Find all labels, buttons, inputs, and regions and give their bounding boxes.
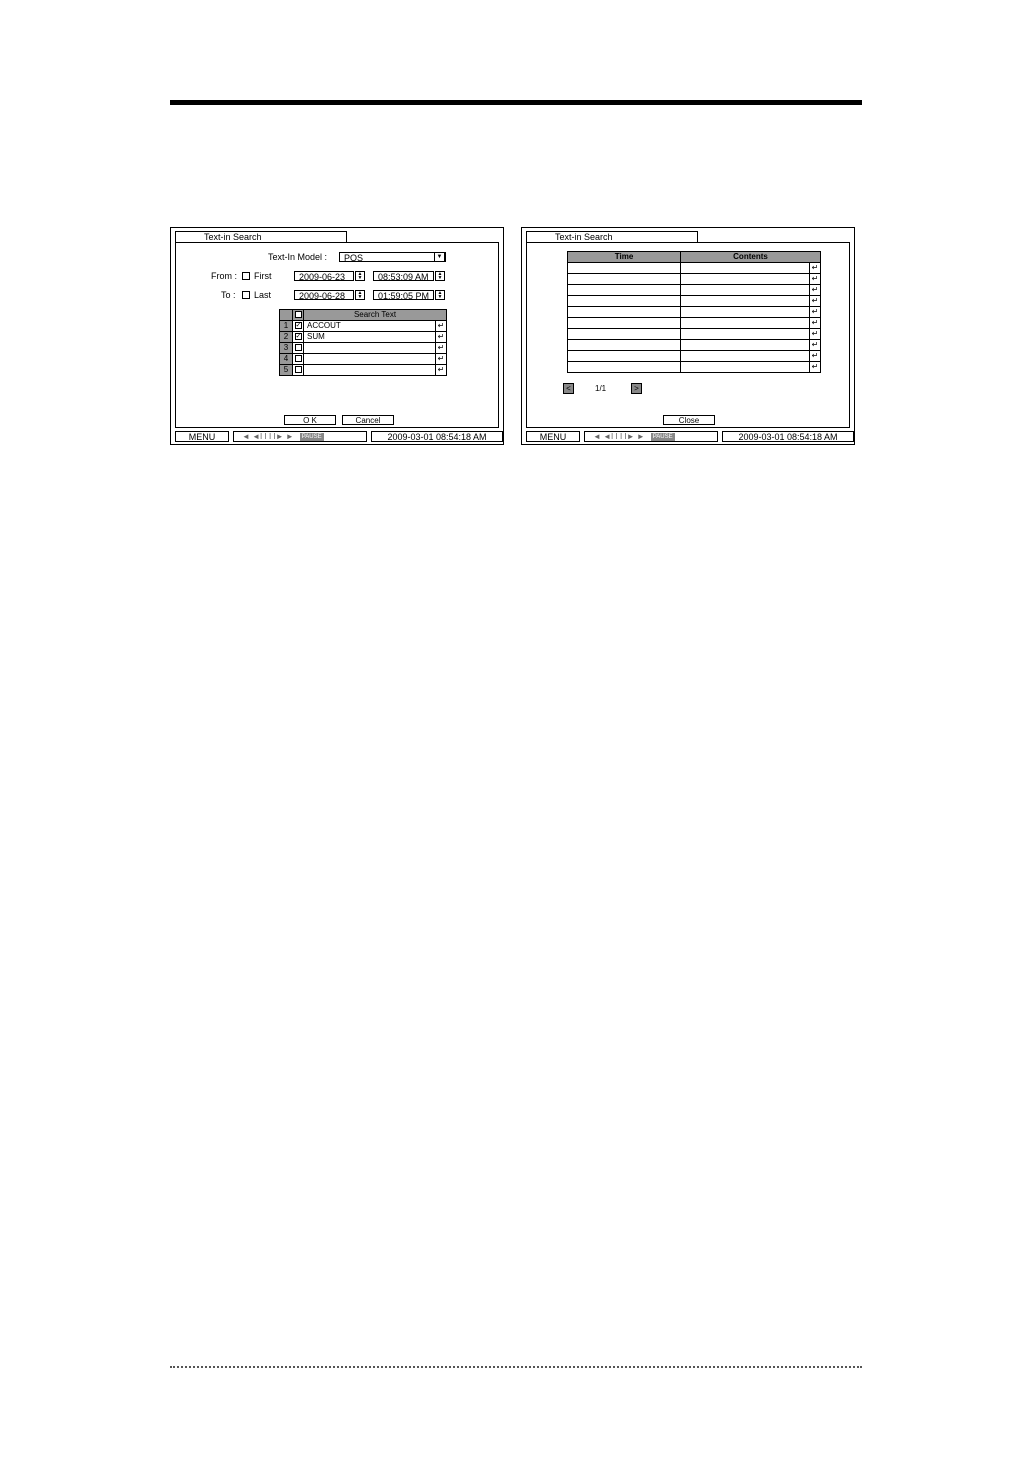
table-row: 1 ✓ ACCOUT ↵ [279,320,447,332]
search-text-header: Search Text [303,309,447,321]
table-row[interactable]: ↵ [567,273,821,285]
enter-icon[interactable]: ↵ [809,350,821,362]
enter-icon[interactable]: ↵ [809,284,821,296]
select-all-cell[interactable] [292,309,304,321]
dropdown-arrow-icon[interactable]: ▼ [434,252,445,262]
enter-icon[interactable]: ↵ [809,339,821,351]
table-row[interactable]: ↵ [567,262,821,274]
status-bar: MENU ◄ ◄I I I I► ► PAUSE 2009-03-01 08:54… [526,431,854,443]
from-time-field[interactable]: 08:53:09 AM [373,271,434,282]
pause-badge: PAUSE [650,432,675,441]
window-title: Text-in Search [526,231,698,242]
enter-icon[interactable]: ↵ [435,364,447,376]
table-row[interactable]: ↵ [567,295,821,307]
enter-icon[interactable]: ↵ [435,353,447,365]
search-panel: Text-In Model : POS ▼ From : First 2009-… [175,242,499,428]
playback-controls[interactable]: ◄ ◄I I I I► ► PAUSE [233,431,367,442]
close-button[interactable]: Close [663,415,715,425]
time-column-header: Time [567,251,681,263]
last-checkbox[interactable] [242,291,250,299]
row-number: 3 [279,342,293,354]
from-date-field[interactable]: 2009-06-23 [294,271,354,282]
table-row: 3 ↵ [279,342,447,354]
ok-button[interactable]: O K [284,415,336,425]
datetime-display: 2009-03-01 08:54:18 AM [722,431,854,442]
to-date-spin-icon[interactable]: ▲ ▼ [355,290,365,300]
last-label: Last [254,290,272,300]
page-indicator: 1/1 [595,384,607,393]
search-text-table: Search Text 1 ✓ ACCOUT ↵ 2 ✓ SUM ↵ 3 ↵ 4… [279,309,447,376]
playback-icons[interactable]: ◄ ◄I I I I► ► [593,432,645,441]
menu-button[interactable]: MENU [175,431,229,442]
select-all-checkbox[interactable] [294,311,302,319]
prev-page-icon[interactable]: < [563,383,574,394]
table-row[interactable]: ↵ [567,306,821,318]
model-value: POS [344,253,364,263]
row-number: 5 [279,364,293,376]
results-panel: Time Contents ↵ ↵ ↵ ↵ ↵ ↵ ↵ ↵ ↵ ↵ < 1/1 … [526,242,850,428]
enter-icon[interactable]: ↵ [435,320,447,332]
num-header [279,309,293,321]
bottom-rule [170,1366,862,1368]
status-bar: MENU ◄ ◄I I I I► ► PAUSE 2009-03-01 08:54… [175,431,503,443]
text-in-search-results-screen: Text-in Search Time Contents ↵ ↵ ↵ ↵ ↵ ↵… [521,227,855,445]
next-page-icon[interactable]: > [631,383,642,394]
table-row[interactable]: ↵ [567,350,821,362]
search-text-cell[interactable]: ACCOUT [303,320,436,332]
cancel-button[interactable]: Cancel [342,415,394,425]
model-select[interactable]: POS ▼ [339,252,446,263]
table-row: 4 ↵ [279,353,447,365]
enter-icon[interactable]: ↵ [809,361,821,373]
row-checkbox[interactable]: ✓ [294,333,302,341]
to-time-field[interactable]: 01:59:05 PM [373,290,434,301]
from-label: From : [211,271,237,281]
row-checkbox[interactable] [294,355,302,363]
search-text-cell[interactable] [303,364,436,376]
pause-badge: PAUSE [299,432,324,441]
table-row: 2 ✓ SUM ↵ [279,331,447,343]
results-table: Time Contents ↵ ↵ ↵ ↵ ↵ ↵ ↵ ↵ ↵ ↵ [567,251,821,373]
row-number: 2 [279,331,293,343]
table-row[interactable]: ↵ [567,339,821,351]
row-checkbox[interactable] [294,344,302,352]
from-date-spin-icon[interactable]: ▲ ▼ [355,271,365,281]
search-text-cell[interactable] [303,342,436,354]
first-checkbox[interactable] [242,272,250,280]
window-title: Text-in Search [175,231,347,242]
search-text-cell[interactable]: SUM [303,331,436,343]
text-in-search-screen: Text-in Search Text-In Model : POS ▼ Fro… [170,227,504,445]
enter-icon[interactable]: ↵ [809,306,821,318]
table-row[interactable]: ↵ [567,328,821,340]
first-label: First [254,271,272,281]
row-checkbox[interactable] [294,366,302,374]
row-checkbox[interactable]: ✓ [294,322,302,330]
from-time-spin-icon[interactable]: ▲ ▼ [435,271,445,281]
table-row: 5 ↵ [279,364,447,376]
contents-column-header: Contents [680,251,821,263]
enter-icon[interactable]: ↵ [435,342,447,354]
model-label: Text-In Model : [268,252,328,262]
top-rule [170,100,862,105]
enter-icon[interactable]: ↵ [435,331,447,343]
playback-controls[interactable]: ◄ ◄I I I I► ► PAUSE [584,431,718,442]
table-row[interactable]: ↵ [567,361,821,373]
table-row[interactable]: ↵ [567,284,821,296]
to-label: To : [221,290,236,300]
enter-icon[interactable]: ↵ [809,295,821,307]
menu-button[interactable]: MENU [526,431,580,442]
table-row[interactable]: ↵ [567,317,821,329]
to-date-field[interactable]: 2009-06-28 [294,290,354,301]
enter-icon[interactable]: ↵ [809,317,821,329]
search-text-cell[interactable] [303,353,436,365]
enter-icon[interactable]: ↵ [809,262,821,274]
enter-icon[interactable]: ↵ [809,328,821,340]
playback-icons[interactable]: ◄ ◄I I I I► ► [242,432,294,441]
row-number: 4 [279,353,293,365]
to-time-spin-icon[interactable]: ▲ ▼ [435,290,445,300]
enter-icon[interactable]: ↵ [809,273,821,285]
row-number: 1 [279,320,293,332]
datetime-display: 2009-03-01 08:54:18 AM [371,431,503,442]
